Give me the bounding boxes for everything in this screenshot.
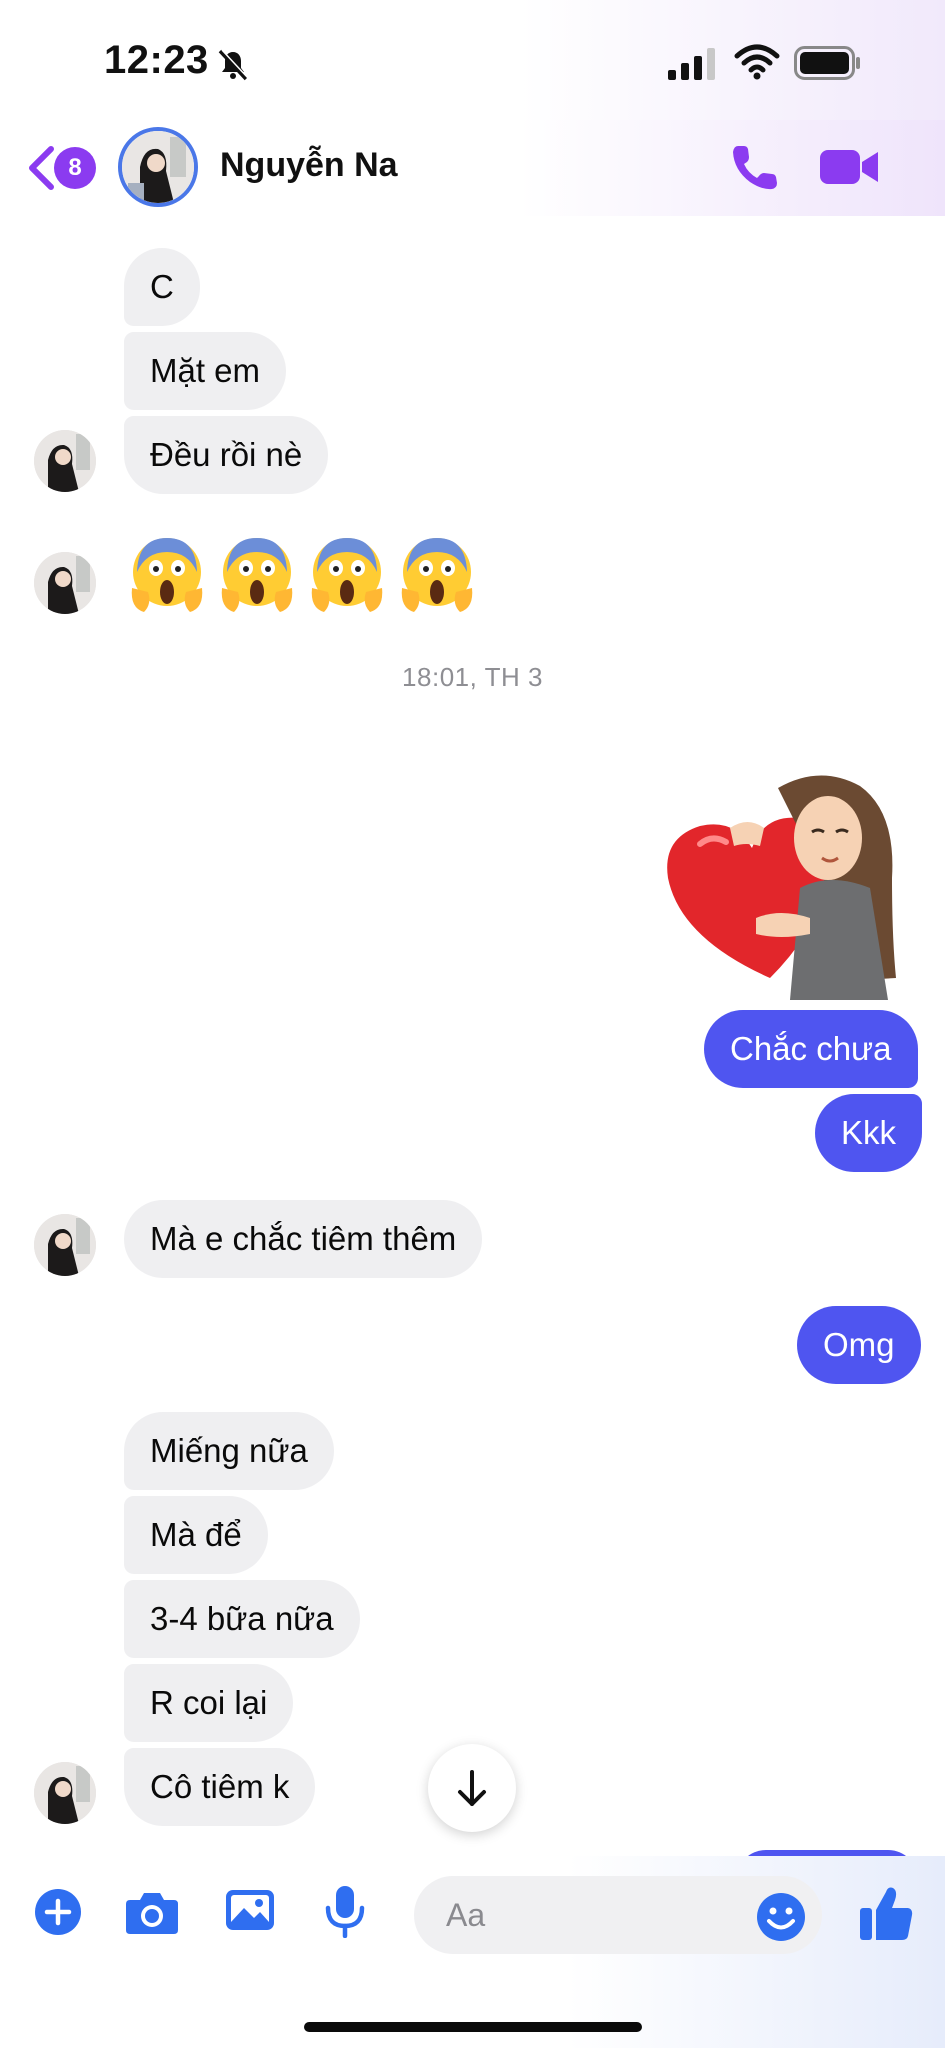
outgoing-message[interactable]: Chắc chưa [704, 1010, 918, 1088]
message-composer: Aa [0, 1856, 945, 2048]
incoming-message[interactable]: 3-4 bữa nữa [124, 1580, 360, 1658]
camera-icon[interactable] [124, 1888, 180, 1936]
avatar-photo [34, 1762, 96, 1824]
cellular-signal-icon [668, 48, 715, 80]
face-screaming-emoji-icon[interactable] [128, 532, 206, 614]
home-indicator[interactable] [304, 2022, 642, 2032]
scroll-to-bottom-button[interactable] [428, 1744, 516, 1832]
image-gallery-icon[interactable] [224, 1886, 276, 1934]
incoming-message[interactable]: Đều rồi nè [124, 416, 329, 494]
heart-hug-sticker[interactable] [660, 768, 910, 1000]
battery-icon [794, 46, 860, 80]
status-bar: 12:23 [0, 0, 945, 120]
emoji-smile-icon[interactable] [756, 1892, 806, 1942]
avatar-photo [34, 552, 96, 614]
back-chevron-icon[interactable] [26, 144, 56, 192]
incoming-message[interactable]: Mà e chắc tiêm thêm [124, 1200, 483, 1278]
contact-avatar[interactable] [118, 127, 198, 207]
incoming-message[interactable]: R coi lại [124, 1664, 294, 1742]
messenger-chat-screen: 12:23 8 Nguyễn Na C Mặt em Đều rồi nè 18… [0, 0, 945, 2048]
avatar-photo [34, 1214, 96, 1276]
sender-avatar[interactable] [34, 1762, 96, 1824]
bell-muted-icon [218, 49, 249, 81]
incoming-message[interactable]: Cô tiêm k [124, 1748, 316, 1826]
contact-name[interactable]: Nguyễn Na [220, 146, 398, 185]
face-screaming-emoji-icon[interactable] [308, 532, 386, 614]
incoming-message[interactable]: C [124, 248, 200, 326]
face-screaming-emoji-icon[interactable] [398, 532, 476, 614]
sender-avatar[interactable] [34, 1214, 96, 1276]
sender-avatar[interactable] [34, 430, 96, 492]
thumbs-up-icon[interactable] [858, 1884, 914, 1942]
conversation-header: 8 Nguyễn Na [0, 120, 945, 216]
sender-avatar[interactable] [34, 552, 96, 614]
avatar-photo [34, 430, 96, 492]
phone-call-icon[interactable] [728, 140, 782, 194]
plus-circle-icon[interactable] [34, 1888, 82, 1936]
arrow-down-icon [458, 1770, 486, 1806]
face-screaming-emoji-icon[interactable] [218, 532, 296, 614]
video-call-icon[interactable] [818, 142, 880, 192]
incoming-message[interactable]: Mà để [124, 1496, 268, 1574]
message-timestamp: 18:01, TH 3 [402, 662, 543, 692]
outgoing-message[interactable]: Kkk [815, 1094, 923, 1172]
wifi-icon [734, 44, 780, 80]
message-list[interactable]: C Mặt em Đều rồi nè 18:01, TH 3 Chắc chư… [0, 216, 945, 1910]
microphone-icon[interactable] [322, 1884, 368, 1938]
outgoing-message[interactable]: Omg [797, 1306, 921, 1384]
incoming-message[interactable]: Mặt em [124, 332, 287, 410]
incoming-message[interactable]: Miếng nữa [124, 1412, 334, 1490]
status-time: 12:23 [104, 38, 209, 82]
avatar-photo [122, 131, 194, 203]
unread-count-badge[interactable]: 8 [54, 147, 96, 189]
